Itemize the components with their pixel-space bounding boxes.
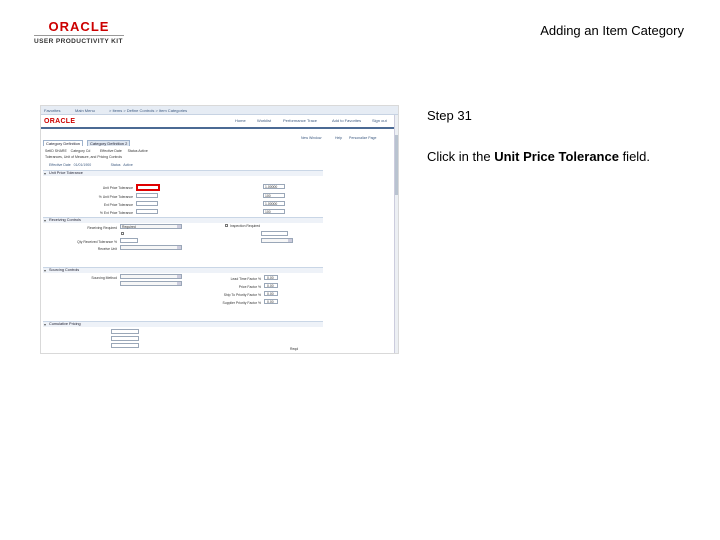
- receive-unit-select[interactable]: [120, 245, 182, 250]
- section-cumulative-pricing[interactable]: Cumulative Pricing: [43, 321, 323, 327]
- label-pct-ext-price-tolerance: % Ext Price Tolerance: [99, 211, 133, 215]
- tab-category-definition[interactable]: Category Definition: [43, 140, 84, 146]
- value-max-1: 1.00000: [265, 185, 278, 189]
- label-ship-to-priority: Ship To Priority Factor %: [223, 293, 261, 297]
- section-receiving-controls[interactable]: Receiving Controls: [43, 217, 323, 223]
- step-instruction: Click in the Unit Price Tolerance field.: [427, 149, 650, 164]
- scrollbar-thumb[interactable]: [395, 135, 398, 195]
- label-supplier-priority: Supplier Priority Factor %: [222, 301, 261, 305]
- section-unit-price-tolerance[interactable]: Unit Price Tolerance: [43, 170, 323, 176]
- ext-price-tolerance-field[interactable]: [136, 201, 158, 206]
- label-sourcing-method: Sourcing Method: [91, 276, 117, 280]
- value-price: 0.00: [267, 284, 274, 288]
- label-price-factor: Price Factor %: [238, 285, 261, 289]
- setid-values: Tolerances, Unit of Measure, and Pricing…: [45, 155, 123, 159]
- label-ext-price-tolerance: Ext Price Tolerance: [103, 203, 133, 207]
- inspection-routing-select[interactable]: [261, 238, 293, 243]
- label-qty-received-tolerance: Qty Received Tolerance %: [77, 240, 117, 244]
- label-pct-unit-price-tolerance: % Unit Price Tolerance: [98, 195, 133, 199]
- inspection-required-checkbox[interactable]: [225, 224, 228, 227]
- cumulative-field-2[interactable]: [111, 336, 139, 341]
- sourcing-sub-select[interactable]: [120, 281, 182, 286]
- instruction-pre: Click in the: [427, 149, 495, 164]
- qty-received-tolerance-field[interactable]: [120, 238, 138, 243]
- app-logo: ORACLE: [44, 118, 76, 125]
- value-lead-time: 0.00: [267, 276, 274, 280]
- header-link-home[interactable]: Home: [235, 118, 246, 123]
- header-link-favorites[interactable]: Add to Favorites: [332, 118, 361, 123]
- breadcrumb-menu: Main Menu: [75, 108, 95, 113]
- value-ship-to: 0.00: [267, 292, 274, 296]
- value-receiving-required: Required: [122, 225, 136, 229]
- value-max-2: 1.00000: [265, 202, 278, 206]
- section-sourcing-controls[interactable]: Sourcing Controls: [43, 267, 323, 273]
- logo-divider: [34, 35, 124, 36]
- breadcrumb-home: Favorites: [44, 108, 61, 113]
- label-inspection-required: Inspection Required: [230, 224, 261, 228]
- value-reqd: Reqd: [290, 347, 299, 351]
- instruction-field-name: Unit Price Tolerance: [494, 149, 619, 164]
- logo-upk-text: USER PRODUCTIVITY KIT: [34, 38, 123, 45]
- pct-ext-price-tolerance-field[interactable]: [136, 209, 158, 214]
- inspection-unit-field[interactable]: [261, 231, 288, 236]
- unit-price-tolerance-field[interactable]: [136, 184, 160, 191]
- breadcrumb-path: > Items > Define Controls > Item Categor…: [109, 108, 188, 113]
- app-header: ORACLE Home Worklist Performance Trace A…: [41, 115, 398, 129]
- label-receiving-required: Receiving Required: [87, 226, 117, 230]
- slide-title: Adding an Item Category: [540, 23, 684, 38]
- label-lead-time-factor: Lead Time Factor %: [230, 277, 261, 281]
- value-supplier: 0.00: [267, 300, 274, 304]
- reject-qty-checkbox[interactable]: [121, 232, 124, 235]
- cumulative-field-3[interactable]: [111, 343, 139, 348]
- label-unit-price-tolerance: Unit Price Tolerance: [102, 186, 133, 190]
- breadcrumb-bar: Favorites Main Menu > Items > Define Con…: [41, 106, 398, 115]
- application-screenshot: Favorites Main Menu > Items > Define Con…: [40, 105, 399, 354]
- header-link-signout[interactable]: Sign out: [372, 118, 387, 123]
- logo-oracle-text: ORACLE: [48, 19, 110, 34]
- cumulative-field-1[interactable]: [111, 329, 139, 334]
- vertical-scrollbar[interactable]: [394, 115, 398, 353]
- tab-bar: Category Definition Category Definition …: [41, 133, 398, 146]
- control-effective-date: Effective Date 01/01/1900 Status Active: [49, 163, 133, 167]
- instruction-post: field.: [618, 149, 651, 164]
- value-hundred-2: 100: [265, 210, 271, 214]
- tab-category-definition-2[interactable]: Category Definition 2: [87, 140, 131, 146]
- label-receive-unit: Receive Unit: [97, 247, 117, 251]
- pct-unit-price-tolerance-field[interactable]: [136, 193, 158, 198]
- oracle-upk-logo: ORACLE USER PRODUCTIVITY KIT: [34, 20, 126, 48]
- step-title: Step 31: [427, 108, 472, 123]
- setid-row: SetID SHARE Category Cd Effective Date S…: [45, 149, 148, 153]
- value-hundred-1: 100: [265, 194, 271, 198]
- sourcing-method-select[interactable]: [120, 274, 182, 279]
- header-link-worklist[interactable]: Worklist: [257, 118, 271, 123]
- header-link-trace[interactable]: Performance Trace: [283, 118, 317, 123]
